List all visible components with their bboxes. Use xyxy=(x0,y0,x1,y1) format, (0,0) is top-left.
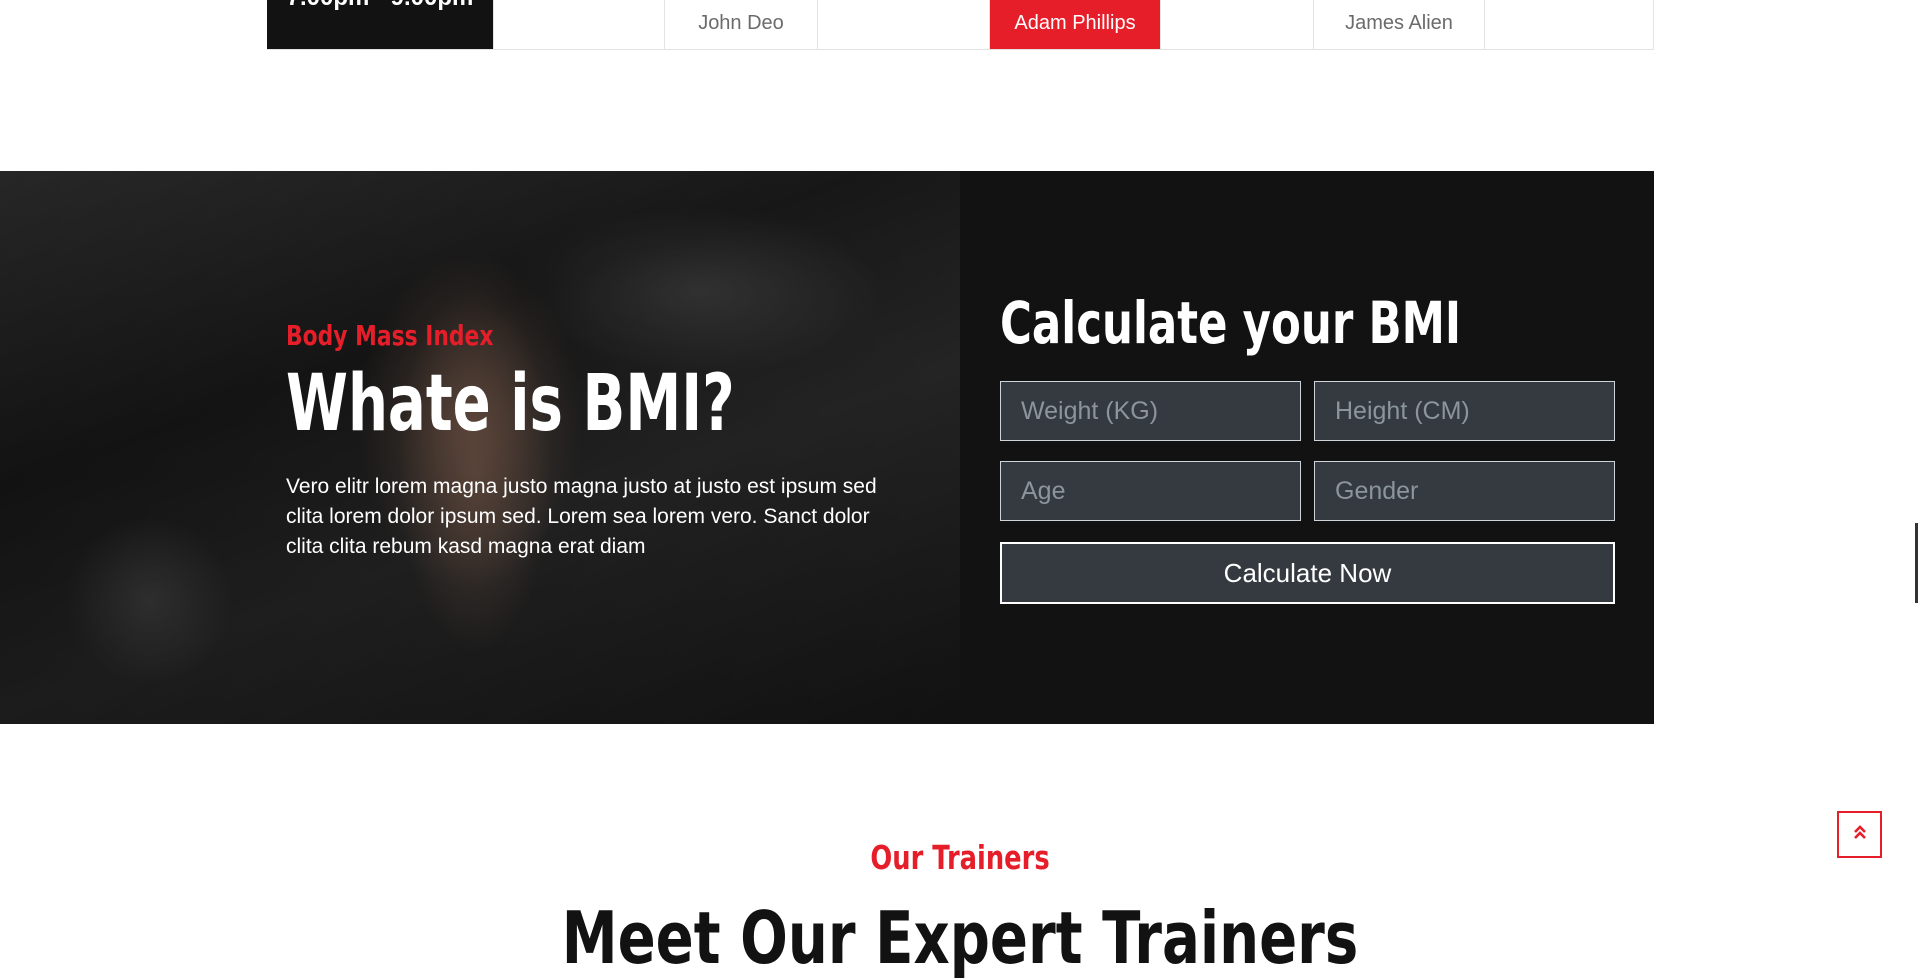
bmi-calculator-form: Calculate your BMI Calculate Now xyxy=(960,171,1654,724)
trainer-name: John Deo xyxy=(698,12,784,34)
schedule-cell-trainer: John Deo xyxy=(664,0,817,49)
bmi-heading: Whate is BMI? xyxy=(286,359,735,449)
schedule-cell xyxy=(817,0,989,49)
bmi-background-photo: Body Mass Index Whate is BMI? Vero elitr… xyxy=(0,171,960,724)
double-chevron-up-icon xyxy=(1852,823,1868,846)
trainers-subtitle: Our Trainers xyxy=(870,838,1050,877)
schedule-row: 7.00pm - 9.00pm John Deo Adam Phillips J… xyxy=(267,0,1654,50)
schedule-cell-active: Adam Phillips xyxy=(989,0,1160,49)
calculate-now-button[interactable]: Calculate Now xyxy=(1000,542,1615,604)
bmi-section: Body Mass Index Whate is BMI? Vero elitr… xyxy=(0,171,1654,724)
back-to-top-button[interactable] xyxy=(1837,811,1882,858)
schedule-cell xyxy=(1484,0,1654,49)
age-input[interactable] xyxy=(1000,461,1301,521)
schedule-cell xyxy=(1160,0,1313,49)
bmi-description: Vero elitr lorem magna justo magna justo… xyxy=(286,474,877,558)
bmi-intro: Body Mass Index Whate is BMI? Vero elitr… xyxy=(286,319,906,562)
scrollbar-thumb[interactable] xyxy=(1915,523,1918,603)
trainer-name: James Alien xyxy=(1345,12,1453,34)
bmi-form-title: Calculate your BMI xyxy=(1000,289,1462,357)
height-input[interactable] xyxy=(1314,381,1615,441)
schedule-cell-trainer: James Alien xyxy=(1313,0,1484,49)
trainers-title: Meet Our Expert Trainers xyxy=(561,896,1359,980)
trainer-name: Adam Phillips xyxy=(1014,12,1136,34)
schedule-time: 7.00pm - 9.00pm xyxy=(287,0,474,12)
gender-input[interactable] xyxy=(1314,461,1615,521)
weight-input[interactable] xyxy=(1000,381,1301,441)
bmi-subtitle: Body Mass Index xyxy=(286,319,494,352)
schedule-cell xyxy=(493,0,664,49)
schedule-time-cell: 7.00pm - 9.00pm xyxy=(267,0,493,49)
